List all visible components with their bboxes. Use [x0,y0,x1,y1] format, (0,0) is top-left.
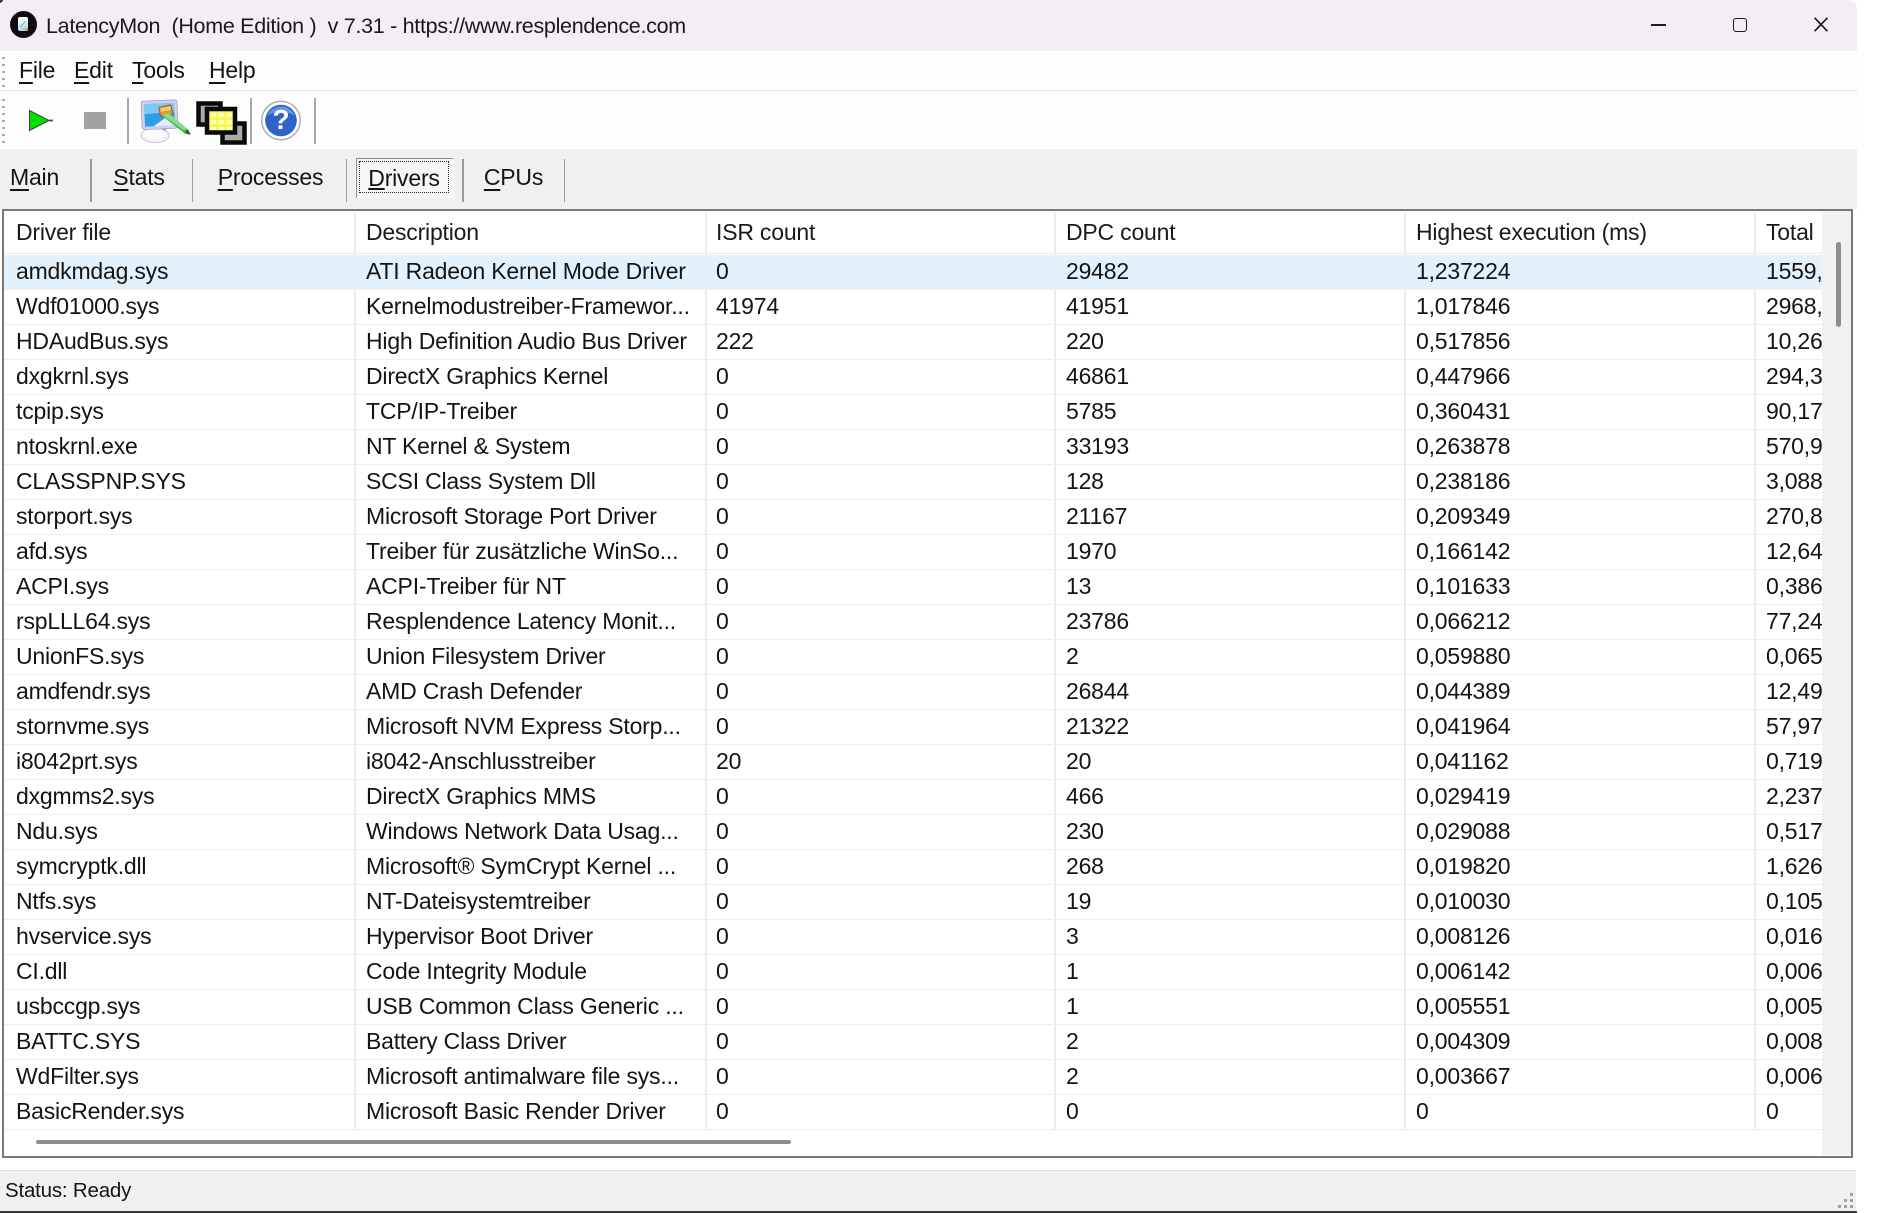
svg-text:?: ? [272,104,289,135]
